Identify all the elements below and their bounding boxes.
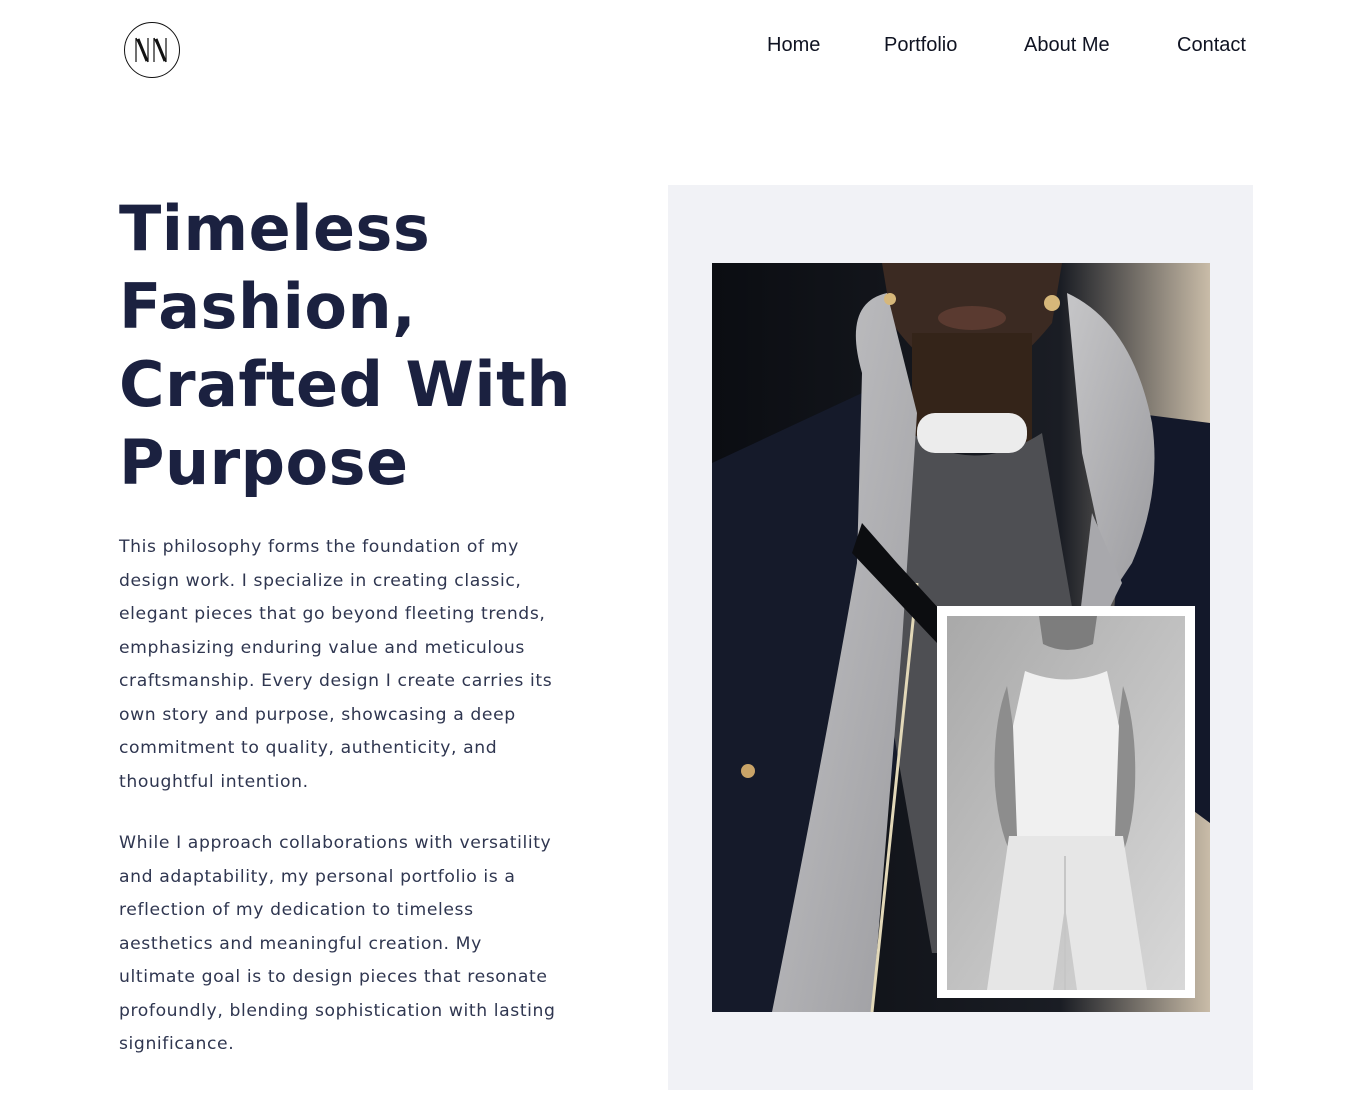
- hero-title-line: Fashion,: [119, 270, 417, 343]
- hero-title-line: Crafted With: [119, 348, 571, 421]
- nav-contact-link[interactable]: Contact: [1177, 32, 1246, 58]
- fashion-photo-inset-frame: [937, 606, 1195, 998]
- hero-title: Timeless Fashion, Crafted With Purpose: [119, 190, 589, 502]
- philosophy-paragraph: While I approach collaborations with ver…: [119, 833, 556, 1054]
- hero-title-line: Purpose: [119, 426, 409, 499]
- hero-title-line: Timeless: [119, 192, 431, 265]
- nav-portfolio-link[interactable]: Portfolio: [884, 32, 957, 58]
- main-nav: Home Portfolio About Me Contact: [0, 32, 1364, 58]
- nav-about-me-link[interactable]: About Me: [1024, 32, 1110, 58]
- nav-home-link[interactable]: Home: [767, 32, 820, 58]
- intro-paragraph: This philosophy forms the foundation of …: [119, 537, 553, 792]
- fashion-photo-tank-top: [947, 616, 1185, 990]
